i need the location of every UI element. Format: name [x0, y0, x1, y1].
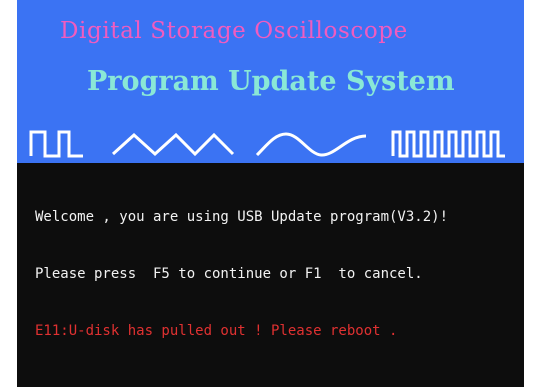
welcome-message: Welcome , you are using USB Update progr…	[35, 209, 449, 225]
triangle-wave-icon	[111, 132, 235, 157]
pulse-train-icon	[391, 130, 505, 158]
error-message: E11:U-disk has pulled out ! Please reboo…	[35, 323, 398, 339]
screenshot: Digital Storage Oscilloscope Program Upd…	[0, 0, 540, 387]
console-output: Welcome , you are using USB Update progr…	[35, 170, 448, 379]
device-title: Digital Storage Oscilloscope	[60, 18, 408, 44]
prompt-message: Please press F5 to continue or F1 to can…	[35, 266, 423, 282]
sine-wave-icon	[255, 132, 367, 157]
system-title: Program Update System	[87, 66, 455, 97]
oscilloscope-display: Digital Storage Oscilloscope Program Upd…	[17, 0, 524, 387]
waveform-strip	[29, 130, 505, 158]
square-wave-icon	[29, 130, 83, 158]
header-banner: Digital Storage Oscilloscope Program Upd…	[17, 0, 524, 163]
